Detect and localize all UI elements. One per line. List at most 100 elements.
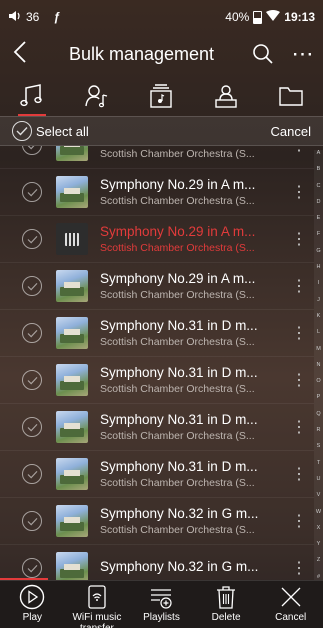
album-art-thumbnail: [56, 458, 88, 490]
alphabet-letter[interactable]: #: [317, 574, 320, 580]
alphabet-letter[interactable]: B: [317, 166, 321, 172]
tab-albums[interactable]: [141, 78, 181, 114]
battery-icon: [253, 10, 263, 24]
track-text: Symphony No.29 in A m...Scottish Chamber…: [100, 271, 284, 301]
alphabet-letter[interactable]: R: [317, 427, 321, 433]
cancel-select-button[interactable]: Cancel: [271, 124, 311, 139]
album-art-thumbnail: [56, 505, 88, 537]
search-button[interactable]: [243, 43, 283, 65]
track-checkbox[interactable]: [22, 276, 42, 296]
alphabet-letter[interactable]: J: [317, 297, 320, 303]
alphabet-letter[interactable]: G: [316, 248, 320, 254]
tab-songs[interactable]: [12, 78, 52, 116]
list-item[interactable]: Symphony No.32 in G m... ⋮: [0, 545, 314, 580]
track-checkbox[interactable]: [22, 511, 42, 531]
checkmark-icon: [27, 376, 37, 384]
delete-button[interactable]: Delete: [195, 581, 257, 623]
track-text: Symphony No.29 in A m...Scottish Chamber…: [100, 146, 284, 160]
checkmark-icon: [27, 564, 37, 572]
wifi-transfer-button[interactable]: WiFi music transfer: [66, 581, 128, 628]
alphabet-letter[interactable]: O: [316, 378, 320, 384]
alphabet-letter[interactable]: V: [317, 492, 321, 498]
trash-icon: [217, 586, 236, 609]
track-more-button[interactable]: ⋮: [284, 146, 314, 155]
more-options-button[interactable]: ⋯: [283, 41, 323, 67]
track-checkbox[interactable]: [22, 323, 42, 343]
track-title: Symphony No.31 in D m...: [100, 412, 258, 427]
track-more-button[interactable]: ⋮: [284, 558, 314, 578]
album-art-thumbnail: [56, 270, 88, 302]
alphabet-letter[interactable]: P: [317, 394, 321, 400]
more-vert-icon: ⋮: [291, 146, 307, 154]
alphabet-letter[interactable]: T: [317, 460, 320, 466]
select-all-bar: Select all Cancel: [0, 116, 323, 146]
alphabet-letter[interactable]: D: [317, 199, 321, 205]
folder-icon: [278, 87, 303, 106]
alphabet-letter[interactable]: Q: [316, 411, 320, 417]
tab-artists[interactable]: [77, 78, 117, 114]
select-all-checkbox[interactable]: [12, 121, 32, 141]
album-art-thumbnail: [56, 411, 88, 443]
track-checkbox[interactable]: [22, 558, 42, 578]
track-more-button[interactable]: ⋮: [284, 182, 314, 202]
album-art-thumbnail: [56, 317, 88, 349]
alphabet-letter[interactable]: I: [318, 280, 320, 286]
alphabet-letter[interactable]: U: [317, 476, 321, 482]
alphabet-letter[interactable]: X: [317, 525, 321, 531]
track-checkbox[interactable]: [22, 464, 42, 484]
track-more-button[interactable]: ⋮: [284, 323, 314, 343]
track-more-button[interactable]: ⋮: [284, 417, 314, 437]
list-item[interactable]: Symphony No.32 in G m... Scottish Chamber…: [0, 498, 314, 545]
cancel-button[interactable]: Cancel: [260, 581, 322, 623]
wifi-icon: [266, 9, 281, 25]
back-button[interactable]: [0, 34, 40, 74]
alphabet-letter[interactable]: H: [317, 264, 321, 270]
track-artist: Scottish Chamber Orchestra (S...: [100, 195, 255, 207]
list-item[interactable]: Symphony No.29 in A m...Scottish Chamber…: [0, 169, 314, 216]
tab-composers[interactable]: [206, 78, 246, 114]
track-checkbox[interactable]: [22, 182, 42, 202]
alphabet-letter[interactable]: F: [317, 231, 320, 237]
cancel-label: Cancel: [275, 612, 307, 623]
alphabet-letter[interactable]: A: [317, 150, 321, 156]
checkmark-icon: [27, 146, 34, 149]
alphabet-letter[interactable]: S: [317, 443, 321, 449]
list-item[interactable]: Symphony No.31 in D m... Scottish Chamber…: [0, 404, 314, 451]
track-checkbox[interactable]: [22, 370, 42, 390]
track-artist: Scottish Chamber Orchestra (S...: [100, 477, 255, 489]
alphabet-letter[interactable]: N: [317, 362, 321, 368]
add-to-playlist-button[interactable]: Playlists: [130, 581, 192, 623]
select-all-label[interactable]: Select all: [36, 124, 89, 139]
album-icon: [150, 84, 173, 108]
back-arrow-icon: [13, 41, 26, 63]
track-more-button[interactable]: ⋮: [284, 464, 314, 484]
alphabet-index[interactable]: A B C D E F G H I J K L M N O P Q R S T U V W X Y Z #: [314, 150, 323, 580]
track-more-button[interactable]: ⋮: [284, 370, 314, 390]
list-item[interactable]: Symphony No.31 in D m... Scottish Chamber…: [0, 451, 314, 498]
alphabet-letter[interactable]: K: [317, 313, 321, 319]
play-button[interactable]: Play: [1, 581, 63, 623]
track-more-button[interactable]: ⋮: [284, 229, 314, 249]
track-checkbox[interactable]: [22, 417, 42, 437]
play-label: Play: [22, 612, 43, 623]
list-item[interactable]: Symphony No.29 in A m...Scottish Chamber…: [0, 263, 314, 310]
list-item[interactable]: Symphony No.31 in D m... Scottish Chamber…: [0, 357, 314, 404]
track-artist: Scottish Chamber Orchestra (S...: [100, 383, 255, 395]
alphabet-letter[interactable]: E: [317, 215, 321, 221]
alphabet-letter[interactable]: M: [316, 346, 321, 352]
now-playing-icon: [56, 223, 88, 255]
track-checkbox[interactable]: [22, 146, 42, 155]
alphabet-letter[interactable]: W: [316, 509, 321, 515]
alphabet-letter[interactable]: L: [317, 329, 320, 335]
alphabet-letter[interactable]: Z: [317, 557, 320, 563]
track-more-button[interactable]: ⋮: [284, 511, 314, 531]
track-more-button[interactable]: ⋮: [284, 276, 314, 296]
top-app-bar: Bulk management ⋯: [0, 34, 323, 74]
alphabet-letter[interactable]: Y: [317, 541, 321, 547]
track-checkbox[interactable]: [22, 229, 42, 249]
list-item-now-playing[interactable]: Symphony No.29 in A m... Scottish Chamber…: [0, 216, 314, 263]
alphabet-letter[interactable]: C: [317, 183, 321, 189]
tab-folders[interactable]: [271, 78, 311, 114]
list-item[interactable]: Symphony No.31 in D m... Scottish Chamber…: [0, 310, 314, 357]
list-item[interactable]: Symphony No.29 in A m...Scottish Chamber…: [0, 146, 314, 169]
